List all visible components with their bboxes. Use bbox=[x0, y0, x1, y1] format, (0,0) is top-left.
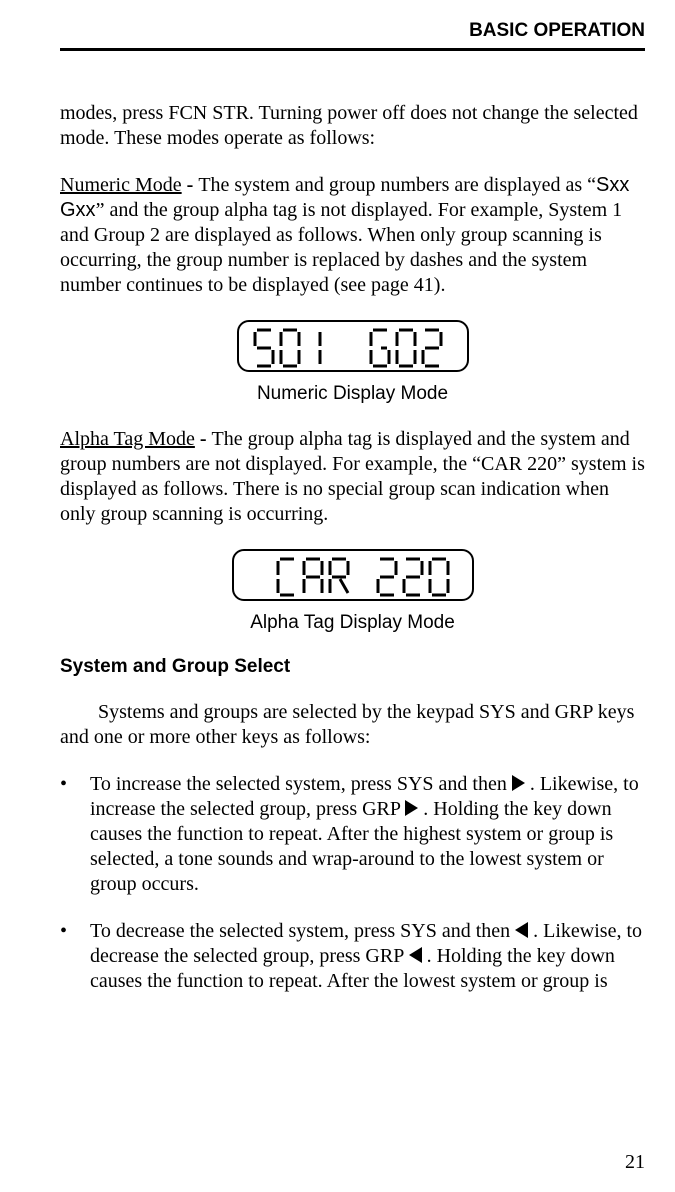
left-arrow-icon bbox=[409, 947, 422, 963]
sep-alpha: - bbox=[195, 428, 212, 450]
lcd-box-numeric bbox=[237, 320, 469, 372]
p2-a: The system and group numbers are display… bbox=[198, 174, 596, 196]
page-number: 21 bbox=[625, 1151, 645, 1174]
header-title: BASIC OPERATION bbox=[60, 20, 645, 42]
lcd-box-alpha bbox=[232, 549, 474, 601]
left-arrow-icon bbox=[515, 922, 528, 938]
subhead-system-group-select: System and Group Select bbox=[60, 656, 645, 678]
p2-b: ” and the group alpha tag is not display… bbox=[60, 199, 622, 296]
figure-alpha-display: Alpha Tag Display Mode bbox=[60, 549, 645, 634]
para-numeric-mode: Numeric Mode - The system and group numb… bbox=[60, 173, 645, 298]
b2-a: To decrease the selected system, press S… bbox=[90, 920, 515, 942]
right-arrow-icon bbox=[512, 775, 525, 791]
lcd-svg-numeric bbox=[253, 328, 453, 368]
figure-caption-alpha: Alpha Tag Display Mode bbox=[60, 612, 645, 634]
right-arrow-icon bbox=[405, 800, 418, 816]
figure-caption-numeric: Numeric Display Mode bbox=[60, 383, 645, 405]
para-select-intro: Systems and groups are selected by the k… bbox=[60, 700, 645, 750]
header-rule bbox=[60, 48, 645, 51]
para-alpha-mode: Alpha Tag Mode - The group alpha tag is … bbox=[60, 427, 645, 527]
b1-a: To increase the selected system, press S… bbox=[90, 773, 512, 795]
sep-numeric: - bbox=[182, 174, 199, 196]
bullet-list: To increase the selected system, press S… bbox=[60, 772, 645, 994]
mode-label-alpha: Alpha Tag Mode bbox=[60, 428, 195, 450]
para-intro: modes, press FCN STR. Turning power off … bbox=[60, 101, 645, 151]
bullet-decrease: To decrease the selected system, press S… bbox=[60, 919, 645, 994]
figure-numeric-display: Numeric Display Mode bbox=[60, 320, 645, 405]
lcd-svg-alpha bbox=[248, 557, 458, 597]
bullet-increase: To increase the selected system, press S… bbox=[60, 772, 645, 897]
mode-label-numeric: Numeric Mode bbox=[60, 174, 182, 196]
page: BASIC OPERATION modes, press FCN STR. Tu… bbox=[0, 0, 675, 1192]
